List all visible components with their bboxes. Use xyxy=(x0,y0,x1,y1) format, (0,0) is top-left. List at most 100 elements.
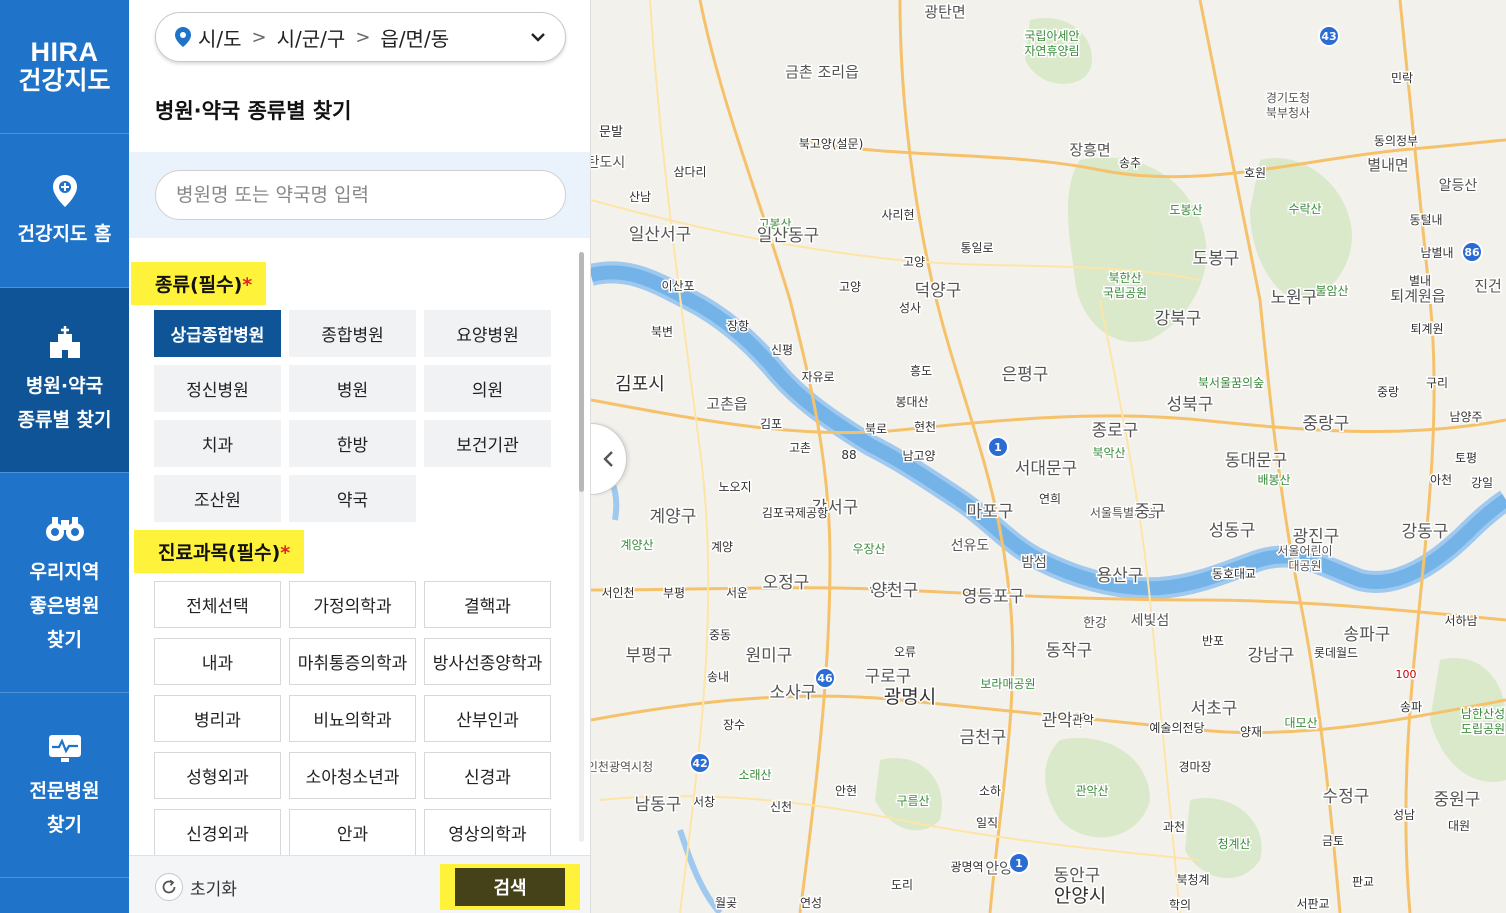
option-chip[interactable]: 치과 xyxy=(154,420,281,467)
route-number: 1 xyxy=(1015,857,1023,870)
map-canvas[interactable]: 광탄면국립아세안자연휴양림경기도청북부청사 민락 금촌 조리읍북고양(설문) 장흥면송… xyxy=(591,0,1506,913)
reset-label: 초기화 xyxy=(190,879,237,900)
option-chip[interactable]: 가정의학과 xyxy=(289,581,416,628)
option-chip[interactable]: 상급종합병원 xyxy=(154,310,281,357)
location-pin-icon xyxy=(175,27,191,47)
route-number-badge: 43 xyxy=(1318,25,1340,47)
breadcrumb-separator: > xyxy=(355,26,371,48)
map-place-label: 흥도 xyxy=(910,364,932,378)
map-place-label: 강일 xyxy=(1471,476,1493,490)
map-place-label: 송내 xyxy=(707,670,729,684)
map-place-label: 노원구 xyxy=(1271,288,1318,308)
option-chip[interactable]: 한방 xyxy=(289,420,416,467)
option-chip[interactable]: 정신병원 xyxy=(154,365,281,412)
option-chip[interactable]: 영상의학과 xyxy=(424,809,551,855)
option-chip[interactable]: 요양병원 xyxy=(424,310,551,357)
map-place-label: 부평구 xyxy=(626,646,673,666)
option-chip[interactable]: 조산원 xyxy=(154,475,281,522)
map-place-label: 남양주 xyxy=(1449,410,1482,424)
reset-button[interactable]: 초기화 xyxy=(155,873,237,901)
option-chip[interactable]: 비뇨의학과 xyxy=(289,695,416,742)
option-chip[interactable]: 안과 xyxy=(289,809,416,855)
option-chip[interactable]: 산부인과 xyxy=(424,695,551,742)
map-view[interactable]: 광탄면 국립아세안 자연휴양림 경기도청 북부청사 민락 금촌 조리읍 북고양(설문) 장흥면 송… xyxy=(591,0,1506,913)
region-sido: 시/도 xyxy=(198,26,242,51)
map-place-label: 경기도청 xyxy=(1266,91,1310,105)
map-place-label: 안현 xyxy=(835,784,857,798)
map-place-label: 아천 xyxy=(1430,472,1452,487)
map-place-label: 인천광역시청 xyxy=(591,759,653,774)
map-place-label: 구리 xyxy=(1426,376,1448,390)
map-place-label: 송추 xyxy=(1119,156,1141,170)
map-place-label: 송파구 xyxy=(1344,625,1391,645)
map-place-label: 양천구 xyxy=(872,581,919,601)
map-place-label: 북고양(설문) xyxy=(799,137,864,151)
map-place-label: 이산포 xyxy=(661,279,694,293)
route-number-badge: 1 xyxy=(1008,852,1030,874)
map-place-label: 도봉구 xyxy=(1193,249,1240,269)
map-place-label: 서초구 xyxy=(1191,699,1238,719)
option-chip[interactable]: 보건기관 xyxy=(424,420,551,467)
map-place-label: 성북구 xyxy=(1167,395,1214,415)
map-place-label: 대공원 xyxy=(1288,559,1321,573)
option-chip[interactable]: 마취통증의학과 xyxy=(289,638,416,685)
nav-item-specialty-hospital[interactable]: 전문병원 찾기 xyxy=(0,693,129,878)
type-section-label: 종류(필수)* xyxy=(131,262,267,305)
nav-item-type-search[interactable]: 병원·약국 종류별 찾기 xyxy=(0,288,129,473)
map-place-label: 산남 xyxy=(629,190,651,204)
option-chip[interactable]: 소아청소년과 xyxy=(289,752,416,799)
option-chip[interactable]: 전체선택 xyxy=(154,581,281,628)
map-place-label: 동안구 xyxy=(1054,866,1101,886)
map-place-label: 부평 xyxy=(663,586,685,600)
map-place-label: 문발 xyxy=(599,125,623,140)
nav-item-local-good-hospital[interactable]: 우리지역 좋은병원 찾기 xyxy=(0,473,129,693)
map-place-label: 과천 xyxy=(1163,819,1185,834)
map-place-label: 세빛섬 xyxy=(1131,613,1170,629)
map-place-label: 김포 xyxy=(760,417,782,431)
region-selector[interactable]: 시/도 > 시/군/구 > 읍/면/동 xyxy=(155,12,566,62)
option-chip[interactable]: 의원 xyxy=(424,365,551,412)
map-place-label: 성동구 xyxy=(1209,521,1256,541)
logo-line2: 건강지도 xyxy=(18,65,111,95)
filter-scroll-area[interactable]: 종류(필수)* 상급종합병원 종합병원 요양병원정신병원 병원 의원치과 한방 보건기관조산… xyxy=(129,238,590,855)
map-place-label: 알등산 xyxy=(1439,178,1478,194)
option-chip[interactable]: 병원 xyxy=(289,365,416,412)
map-place-label: 강남구 xyxy=(1248,646,1295,666)
map-place-label: 고촌 xyxy=(789,441,811,455)
map-place-label: 장수 xyxy=(723,718,745,732)
hospital-search-input[interactable] xyxy=(155,170,566,220)
map-place-label: 남별내 xyxy=(1420,246,1453,260)
option-chip[interactable]: 결핵과 xyxy=(424,581,551,628)
page-title: 병원·약국 종류별 찾기 xyxy=(155,99,352,123)
map-place-label: 북부청사 xyxy=(1266,106,1310,120)
nav-item-label: 찾기 xyxy=(47,628,82,651)
option-chip[interactable]: 성형외과 xyxy=(154,752,281,799)
map-place-label: 오류 xyxy=(894,645,916,659)
option-chip[interactable]: 내과 xyxy=(154,638,281,685)
option-chip[interactable]: 신경과 xyxy=(424,752,551,799)
map-place-label: 북서울꿈의숲 xyxy=(1198,376,1264,390)
map-place-label: 도봉산 xyxy=(1169,203,1202,217)
chevron-left-icon xyxy=(602,451,613,467)
map-place-label: 성남 xyxy=(1393,808,1415,822)
option-chip[interactable]: 병리과 xyxy=(154,695,281,742)
option-chip[interactable]: 종합병원 xyxy=(289,310,416,357)
map-place-label: 연성 xyxy=(800,896,822,910)
map-place-label: 별내 xyxy=(1409,274,1431,288)
search-button-label: 검색 xyxy=(455,868,565,906)
required-mark: * xyxy=(242,274,253,296)
search-button[interactable]: 검색 xyxy=(440,864,580,910)
map-place-label: 사리현 xyxy=(881,208,914,222)
option-chip[interactable]: 약국 xyxy=(289,475,416,522)
map-place-label: 중랑구 xyxy=(1303,414,1350,434)
nav-item-home[interactable]: 건강지도 홈 xyxy=(0,134,129,288)
route-number: 42 xyxy=(692,757,707,770)
hira-logo[interactable]: HIRA 건강지도 xyxy=(0,0,129,134)
option-chip[interactable]: 신경외과 xyxy=(154,809,281,855)
map-place-label: 덕양구 xyxy=(915,281,962,301)
map-place-label: 학의 xyxy=(1169,898,1191,912)
scrollbar-thumb[interactable] xyxy=(579,252,584,492)
route-number: 86 xyxy=(1464,246,1480,259)
option-chip[interactable]: 방사선종양학과 xyxy=(424,638,551,685)
map-place-label: 북청계 xyxy=(1176,873,1209,887)
